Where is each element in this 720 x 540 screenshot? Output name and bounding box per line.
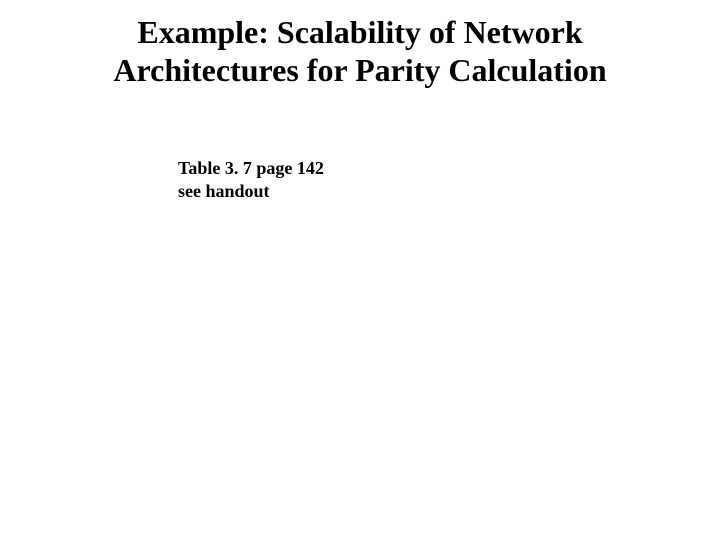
slide: Example: Scalability of Network Architec… bbox=[0, 0, 720, 540]
title-line-1: Example: Scalability of Network bbox=[137, 14, 582, 50]
note-line-2: see handout bbox=[178, 181, 270, 201]
slide-note: Table 3. 7 page 142 see handout bbox=[178, 157, 324, 203]
slide-title: Example: Scalability of Network Architec… bbox=[0, 14, 720, 90]
note-line-1: Table 3. 7 page 142 bbox=[178, 158, 324, 178]
title-line-2: Architectures for Parity Calculation bbox=[113, 52, 606, 88]
